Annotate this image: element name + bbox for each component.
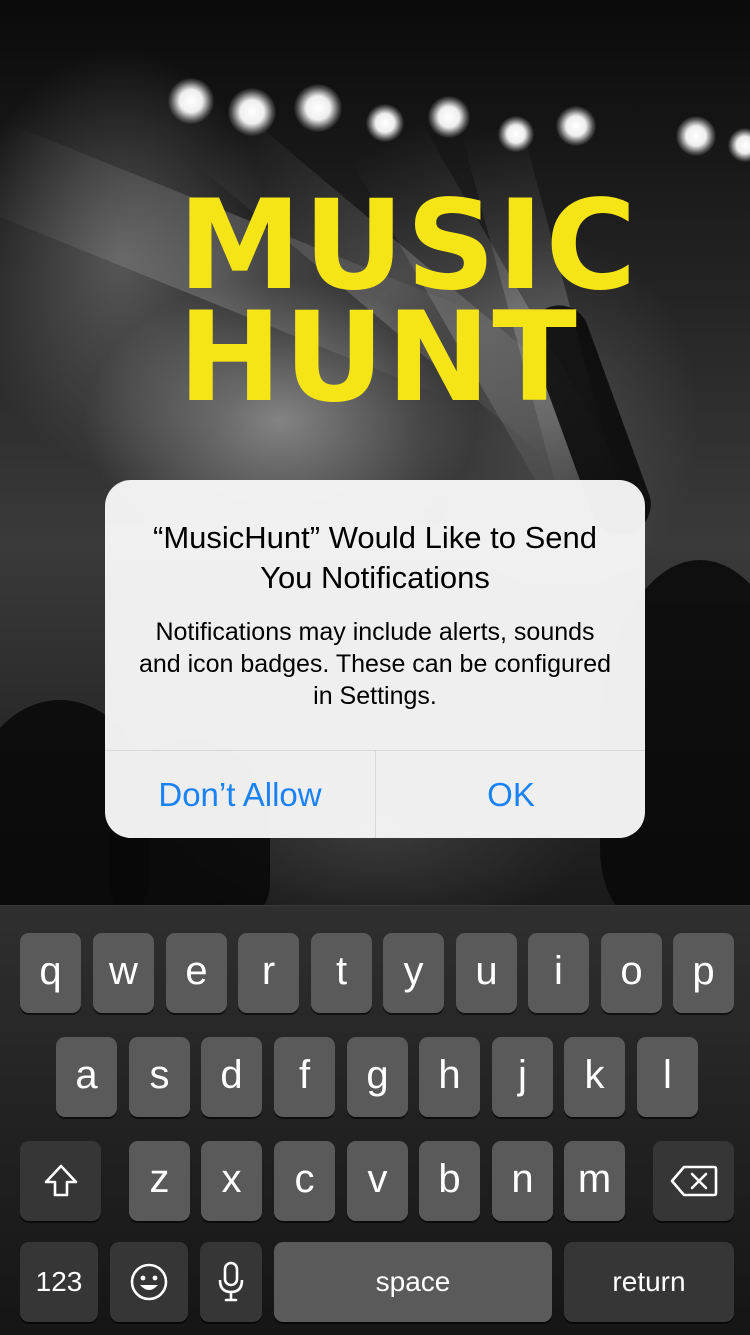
delete-icon — [670, 1165, 717, 1197]
key-j[interactable]: j — [492, 1037, 553, 1117]
key-x[interactable]: x — [201, 1141, 262, 1221]
key-k[interactable]: k — [564, 1037, 625, 1117]
ok-button[interactable]: OK — [376, 751, 645, 838]
notification-permission-alert: “MusicHunt” Would Like to Send You Notif… — [105, 480, 645, 838]
emoji-icon — [130, 1263, 168, 1301]
key-b[interactable]: b — [419, 1141, 480, 1221]
key-e[interactable]: e — [166, 933, 227, 1013]
alert-title: “MusicHunt” Would Like to Send You Notif… — [153, 520, 597, 595]
key-w[interactable]: w — [93, 933, 154, 1013]
delete-key[interactable] — [653, 1141, 734, 1221]
key-t[interactable]: t — [311, 933, 372, 1013]
key-o[interactable]: o — [601, 933, 662, 1013]
space-key[interactable]: space — [274, 1242, 552, 1322]
numbers-key[interactable]: 123 — [20, 1242, 98, 1322]
key-d[interactable]: d — [201, 1037, 262, 1117]
music-hunt-logo: MUSIC HUNT — [178, 184, 637, 430]
key-y[interactable]: y — [383, 933, 444, 1013]
key-q[interactable]: q — [20, 933, 81, 1013]
key-a[interactable]: a — [56, 1037, 117, 1117]
dont-allow-button[interactable]: Don’t Allow — [105, 751, 375, 838]
key-n[interactable]: n — [492, 1141, 553, 1221]
key-r[interactable]: r — [238, 933, 299, 1013]
key-l[interactable]: l — [637, 1037, 698, 1117]
key-m[interactable]: m — [564, 1141, 625, 1221]
keyboard: q w e r t y u i o p a s d f g h j k l z … — [0, 905, 750, 1335]
shift-key[interactable] — [20, 1141, 101, 1221]
key-f[interactable]: f — [274, 1037, 335, 1117]
shift-icon — [44, 1164, 77, 1197]
microphone-icon — [218, 1261, 244, 1302]
key-h[interactable]: h — [419, 1037, 480, 1117]
microphone-key[interactable] — [200, 1242, 262, 1322]
key-z[interactable]: z — [129, 1141, 190, 1221]
key-p[interactable]: p — [673, 933, 734, 1013]
key-s[interactable]: s — [129, 1037, 190, 1117]
emoji-key[interactable] — [110, 1242, 188, 1322]
key-c[interactable]: c — [274, 1141, 335, 1221]
key-g[interactable]: g — [347, 1037, 408, 1117]
return-key[interactable]: return — [564, 1242, 734, 1322]
key-u[interactable]: u — [456, 933, 517, 1013]
key-v[interactable]: v — [347, 1141, 408, 1221]
logo-line-2: HUNT — [178, 286, 579, 430]
alert-message: Notifications may include alerts, sounds… — [138, 618, 612, 710]
key-i[interactable]: i — [528, 933, 589, 1013]
